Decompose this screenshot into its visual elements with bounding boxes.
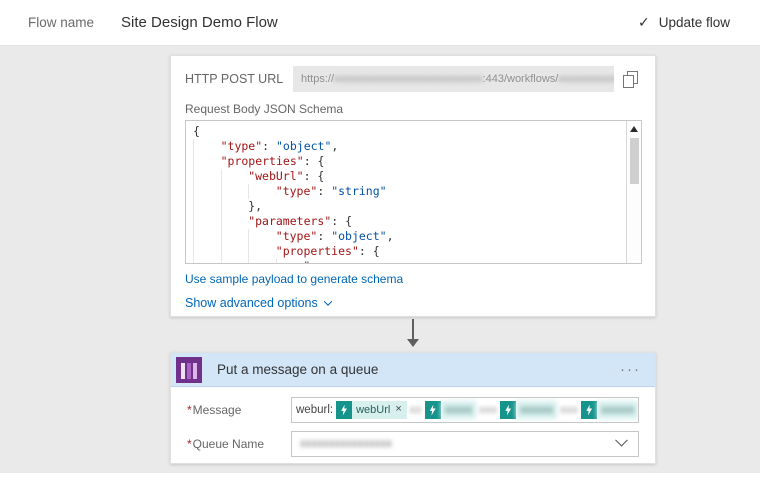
message-label: *Message (187, 403, 242, 417)
redacted-text: xxx (560, 404, 579, 416)
http-trigger-card: HTTP POST URL https://xxxxxxxxxxxxxxxxxx… (170, 55, 656, 317)
designer-canvas: HTTP POST URL https://xxxxxxxxxxxxxxxxxx… (0, 46, 760, 473)
queue-action-card: Put a message on a queue ··· *Message we… (170, 352, 656, 464)
sample-payload-link[interactable]: Use sample payload to generate schema (185, 272, 403, 286)
url-text-segment: https:// (301, 73, 335, 85)
flow-designer: Flow name Site Design Demo Flow ✓ Update… (0, 0, 760, 484)
queue-name-value: xxxxxxxxxxxxxxxx (300, 438, 392, 450)
connector-arrow-head-icon (407, 339, 419, 347)
code-line: "type": "object", (193, 229, 626, 244)
editor-scrollbar[interactable] (626, 121, 641, 263)
token-lightning-icon (424, 401, 441, 419)
copy-icon (623, 71, 638, 88)
queue-name-row: *Queue Name xxxxxxxxxxxxxxxx (187, 431, 639, 457)
queue-card-title: Put a message on a queue (217, 362, 379, 377)
token-lightning-icon (581, 401, 598, 419)
scrollbar-thumb[interactable] (629, 138, 639, 184)
check-icon: ✓ (637, 14, 650, 30)
dropdown-chevron-icon[interactable] (615, 433, 628, 447)
token-label: xxxxxx (597, 401, 638, 419)
redacted-text: xx (409, 404, 422, 416)
queue-name-label: *Queue Name (187, 437, 265, 451)
json-schema-label: Request Body JSON Schema (185, 102, 344, 116)
card-menu-ellipsis-icon[interactable]: ··· (620, 361, 641, 378)
token-lightning-icon (500, 401, 517, 419)
update-flow-label: Update flow (658, 15, 730, 30)
http-post-url-label: HTTP POST URL (185, 72, 284, 86)
token-lightning-icon (336, 401, 353, 419)
show-advanced-options-label: Show advanced options (185, 296, 318, 310)
url-redacted-segment: xxxxxxxxxxxxxxxxxxxxxxxxxxx (334, 73, 483, 85)
code-line: "parameters": { (193, 214, 626, 229)
chevron-down-icon (323, 297, 332, 306)
code-line: "type": "string" (193, 184, 626, 199)
queue-card-header[interactable]: Put a message on a queue ··· (171, 353, 655, 387)
token-close-icon[interactable]: × (394, 401, 407, 419)
url-text-segment: :443/workflows/ (482, 73, 559, 85)
code-line: "properties": { (193, 244, 626, 259)
dynamic-content-token[interactable]: xxxxxx (500, 401, 558, 419)
message-text: weburl: (296, 404, 334, 416)
flow-title: Site Design Demo Flow (121, 14, 278, 31)
json-schema-editor[interactable]: {"type": "object", "properties": {"webUrl… (185, 120, 642, 264)
code-line: { (193, 124, 200, 138)
code-line: "webUrl": { (193, 169, 626, 184)
update-flow-button[interactable]: ✓ Update flow (638, 14, 730, 31)
required-marker: * (187, 437, 192, 451)
show-advanced-options-toggle[interactable]: Show advanced options (185, 296, 332, 310)
http-post-url-value[interactable]: https://xxxxxxxxxxxxxxxxxxxxxxxxxxx:443/… (293, 66, 614, 92)
flow-name-label: Flow name (28, 15, 95, 30)
queue-name-dropdown[interactable]: xxxxxxxxxxxxxxxx (291, 431, 639, 457)
copy-url-button[interactable] (618, 66, 642, 92)
token-label: xxxxxx (516, 401, 558, 419)
code-line: "type": "object", (193, 139, 626, 154)
connector-arrow-line (412, 319, 414, 339)
azure-queues-icon (176, 356, 202, 383)
http-post-url-row: HTTP POST URL https://xxxxxxxxxxxxxxxxxx… (185, 66, 642, 92)
dynamic-content-token[interactable]: xxxxxx (581, 401, 638, 419)
token-label: xxxxx (440, 401, 477, 419)
message-input[interactable]: weburl: webUrl × xx xxxxx xxx xxxxxx xxx xxxxxx (291, 397, 639, 423)
dynamic-content-token[interactable]: xxxxx (424, 401, 477, 419)
json-schema-code[interactable]: {"type": "object", "properties": {"webUrl… (186, 121, 626, 263)
url-redacted-segment: xxxxxxxxxxxx (558, 73, 614, 85)
required-marker: * (187, 403, 192, 417)
code-line: "properties": { (193, 154, 626, 169)
top-bar: Flow name Site Design Demo Flow ✓ Update… (0, 0, 760, 46)
code-line: }, (193, 199, 626, 214)
redacted-text: xxx (479, 404, 498, 416)
scroll-up-icon[interactable] (630, 126, 638, 132)
token-label: webUrl (352, 401, 395, 419)
code-line: " (193, 259, 626, 263)
message-row: *Message weburl: webUrl × xx xxxxx xxx xxxxxx x… (187, 397, 639, 423)
dynamic-content-token[interactable]: webUrl × (336, 401, 407, 419)
